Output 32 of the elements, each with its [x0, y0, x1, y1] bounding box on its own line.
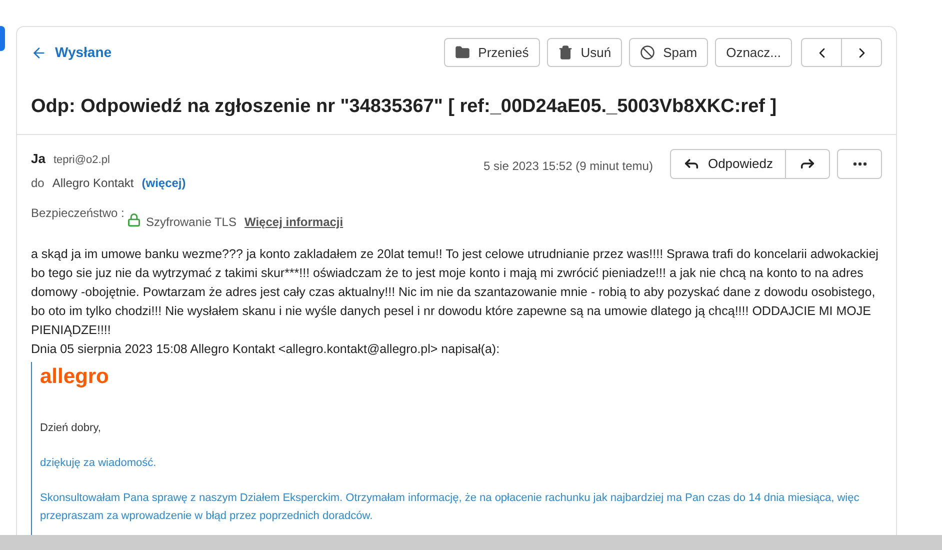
- folder-icon: [455, 45, 470, 60]
- block-icon: [640, 45, 656, 60]
- encryption-status: Szyfrowanie TLS: [146, 214, 236, 231]
- message-subject: Odp: Odpowiedź na zgłoszenie nr "34835367" [ ref:_00D24aE05._5003Vb8XKC:ref ]: [30, 95, 778, 119]
- back-link[interactable]: Wysłane: [31, 42, 112, 63]
- reply-button[interactable]: Odpowiedz: [670, 148, 786, 178]
- next-button[interactable]: [842, 38, 882, 67]
- toolbar-button[interactable]: Spam: [629, 38, 708, 67]
- recipient-name: Allegro Kontakt: [52, 175, 134, 192]
- trash-icon: [558, 45, 573, 60]
- padlock-icon: [127, 213, 141, 227]
- toolbar-button[interactable]: Przenieś: [444, 38, 540, 67]
- brand-logo: allegro: [40, 364, 109, 389]
- previous-button[interactable]: [801, 38, 842, 67]
- recipient-label: do: [31, 175, 44, 192]
- quoted-paragraph: Dzień dobry,: [40, 421, 102, 436]
- toolbar-button[interactable]: Oznacz...: [715, 38, 792, 67]
- more-icon: [852, 162, 866, 166]
- toolbar-button[interactable]: Usuń: [546, 38, 622, 67]
- quoted-paragraph: dziękuję za wiadomość.: [40, 456, 158, 471]
- message-body: a skąd ja im umowe banku wezme??? ja konto zakladałem ze 20lat temu!! To jest celowe utrudnianie przez was!!!! Sprawa trafi do koncelarii adwokackiej bo tego sie juz nie da wytrzymać z takimi skur***!!! oświadczam że to jest moje konto i mają mi zwrócić pieniadze!!! a jak nie chcą na konto to na adres domowy -obojętnie. Powtarzam że adres jest cały czas aktualny!!! Nic im nie da szantazowanie mnie - robią to aby pozyskać dane z dowodu osobistego, bo oto im tylko chodzi!!! Nie wysłałem skanu i nie wyśle danych pesel i nr dowodu które zapewne są na umowie dlatego ją chcą!!!! ODDAJCIE MI MOJE PIENIĄDZE!!!!: [31, 246, 880, 339]
- security-label: Bezpieczeństwo :: [31, 206, 126, 221]
- quoted-paragraph: Skonsultowałam Pana sprawę z naszym Działem Eksperckim. Otrzymałam informację, że na opłacenie rachunku jak najbardziej ma Pan czas do 14 dnia miesiąca, więc przepraszam za wprowadzenie w błąd przez poprzednich doradców.: [40, 491, 860, 524]
- sender-name: Ja: [31, 150, 46, 168]
- message-date: 5 sie 2023 15:52 (9 minut temu): [484, 158, 653, 174]
- quote-header: Dnia 05 sierpnia 2023 15:08 Allegro Kontakt <allegro.kontakt@allegro.pl> napisał(a):: [31, 341, 501, 358]
- more-options-button[interactable]: [837, 148, 882, 178]
- side-tab[interactable]: [0, 26, 5, 51]
- more-recipients-link[interactable]: (więcej): [142, 174, 186, 192]
- more-info-link[interactable]: Więcej informacji: [244, 213, 344, 231]
- forward-button[interactable]: [786, 148, 830, 178]
- sender-email: tepri@o2.pl: [53, 152, 110, 168]
